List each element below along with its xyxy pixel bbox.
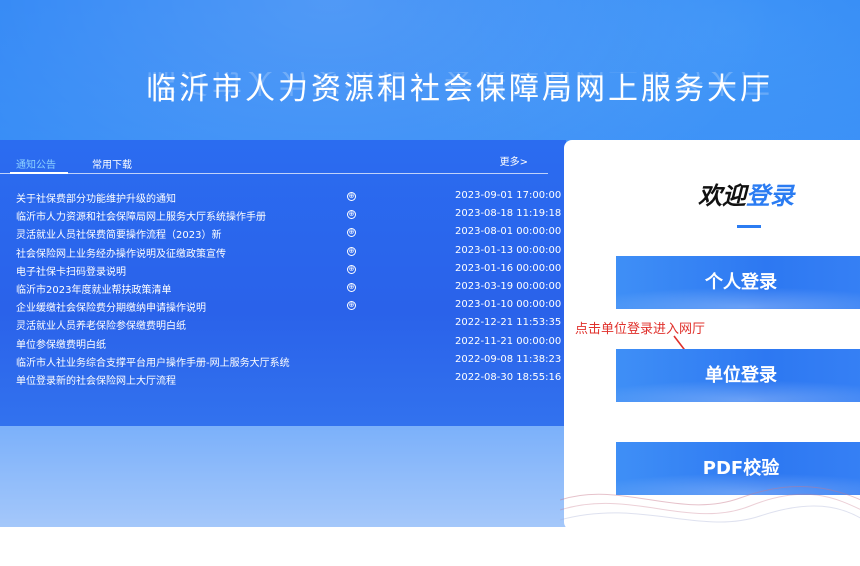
notice-date: 2023-01-10 00:00:00 <box>455 299 562 311</box>
welcome-prefix: 欢迎 <box>698 182 746 210</box>
notice-date: 2023-08-18 11:19:18 <box>455 208 562 220</box>
new-badge-icon: ⊕ <box>347 264 356 274</box>
notice-item[interactable]: 企业缓缴社会保险费分期缴纳申请操作说明 ⊕ 2023-01-10 00:00:00 <box>0 297 562 315</box>
notice-date: 2022-11-21 00:00:00 <box>455 335 562 347</box>
tab-notices[interactable]: 通知公告 <box>16 156 56 171</box>
notice-title[interactable]: 电子社保卡扫码登录说明 <box>16 263 126 278</box>
notice-panel-footer <box>0 426 566 527</box>
notice-item[interactable]: 电子社保卡扫码登录说明 ⊕ 2023-01-16 00:00:00 <box>0 261 562 279</box>
notice-title[interactable]: 灵活就业人员社保费简要操作流程（2023）新 <box>16 226 221 241</box>
notice-item[interactable]: 关于社保费部分功能维护升级的通知 ⊕ 2023-09-01 17:00:00 <box>0 188 562 206</box>
notice-title[interactable]: 临沂市人社业务综合支撑平台用户操作手册-网上服务大厅系统 <box>16 354 290 369</box>
active-tab-indicator <box>10 172 68 174</box>
welcome-heading: 欢迎登录 <box>698 176 794 211</box>
notice-title[interactable]: 临沂市人力资源和社会保障局网上服务大厅系统操作手册 <box>16 208 266 223</box>
notice-title[interactable]: 社会保险网上业务经办操作说明及征缴政策宣传 <box>16 245 226 260</box>
notice-item[interactable]: 灵活就业人员养老保险参保缴费明白纸 2022-12-21 11:53:35 <box>0 315 562 333</box>
notice-item[interactable]: 灵活就业人员社保费简要操作流程（2023）新 ⊕ 2023-08-01 00:00:… <box>0 224 562 242</box>
notice-date: 2022-09-08 11:38:23 <box>455 353 562 365</box>
personal-login-button[interactable]: 个人登录 <box>616 256 860 309</box>
more-link[interactable]: 更多> <box>500 153 528 168</box>
new-badge-icon: ⊕ <box>347 246 356 256</box>
site-title-reflection: 临沂市人力资源和社会保障局网上服务大厅 <box>146 72 773 96</box>
new-badge-icon: ⊕ <box>347 228 356 238</box>
unit-login-label: 单位登录 <box>705 365 777 386</box>
notice-title[interactable]: 临沂市2023年度就业帮扶政策清单 <box>16 281 171 296</box>
notice-date: 2023-09-01 17:00:00 <box>455 190 562 201</box>
new-badge-icon: ⊕ <box>347 301 356 311</box>
notice-item[interactable]: 临沂市人社业务综合支撑平台用户操作手册-网上服务大厅系统 2022-09-08 1… <box>0 352 562 370</box>
notice-title[interactable]: 关于社保费部分功能维护升级的通知 <box>16 190 176 205</box>
welcome-underline <box>737 225 761 228</box>
notice-item[interactable]: 单位登录新的社会保险网上大厅流程 2022-08-30 18:55:16 <box>0 370 562 388</box>
new-badge-icon: ⊕ <box>347 192 356 201</box>
new-badge-icon: ⊕ <box>347 282 356 292</box>
welcome-accent: 登录 <box>746 182 794 210</box>
notice-list: 关于社保费部分功能维护升级的通知 ⊕ 2023-09-01 17:00:00 临沂市人… <box>0 188 562 388</box>
notice-item[interactable]: 临沂市2023年度就业帮扶政策清单 ⊕ 2023-03-19 00:00:00 <box>0 279 562 297</box>
notice-date: 2023-01-16 00:00:00 <box>455 262 562 274</box>
notice-title[interactable]: 灵活就业人员养老保险参保缴费明白纸 <box>16 317 186 332</box>
notice-item[interactable]: 社会保险网上业务经办操作说明及征缴政策宣传 ⊕ 2023-01-13 00:00:0… <box>0 243 562 261</box>
notice-date: 2022-12-21 11:53:35 <box>455 317 562 329</box>
notice-date: 2023-08-01 00:00:00 <box>455 226 562 238</box>
notice-tabs: 通知公告 常用下载 更多> <box>0 152 548 174</box>
new-badge-icon: ⊕ <box>347 210 356 220</box>
notice-item[interactable]: 临沂市人力资源和社会保障局网上服务大厅系统操作手册 ⊕ 2023-08-18 11:… <box>0 206 562 224</box>
notice-date: 2023-03-19 00:00:00 <box>455 280 562 292</box>
notice-date: 2022-08-30 18:55:16 <box>455 371 562 383</box>
notice-title[interactable]: 单位参保缴费明白纸 <box>16 336 106 351</box>
pdf-verify-label: PDF校验 <box>702 458 780 479</box>
decorative-wave <box>560 486 860 523</box>
notice-date: 2023-01-13 00:00:00 <box>455 244 562 256</box>
notice-title[interactable]: 企业缓缴社会保险费分期缴纳申请操作说明 <box>16 299 206 314</box>
personal-login-label: 个人登录 <box>705 272 777 293</box>
tab-downloads[interactable]: 常用下载 <box>92 156 132 171</box>
unit-login-button[interactable]: 单位登录 <box>616 349 860 402</box>
notice-title[interactable]: 单位登录新的社会保险网上大厅流程 <box>16 372 176 387</box>
notice-item[interactable]: 单位参保缴费明白纸 2022-11-21 00:00:00 <box>0 334 562 352</box>
